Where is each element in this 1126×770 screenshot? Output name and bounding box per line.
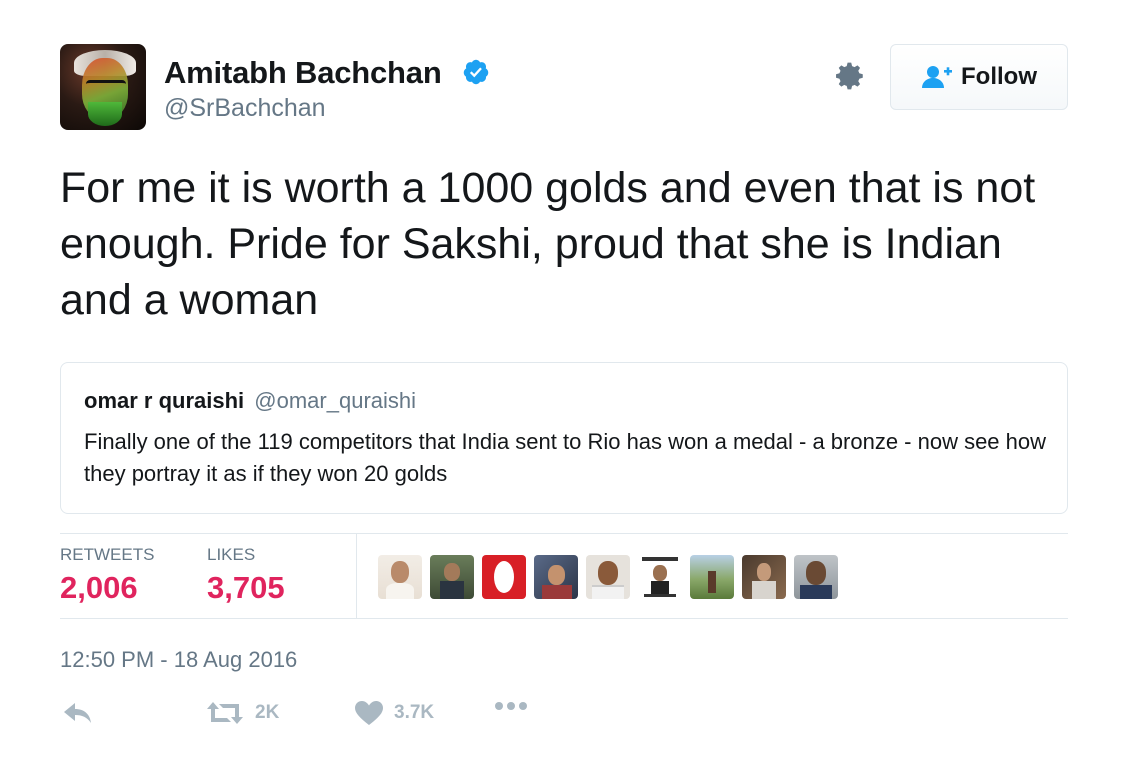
- tweet-timestamp[interactable]: 12:50 PM - 18 Aug 2016: [60, 647, 297, 673]
- reply-button[interactable]: [62, 700, 94, 726]
- liker-avatar[interactable]: [534, 555, 578, 599]
- liker-avatar[interactable]: [638, 555, 682, 599]
- retweet-button[interactable]: 2K: [205, 700, 279, 726]
- retweet-count: 2K: [255, 702, 280, 723]
- divider: [60, 618, 1068, 619]
- heart-icon: [355, 701, 383, 725]
- liker-avatars: [378, 555, 838, 599]
- more-icon: [495, 702, 527, 710]
- like-button[interactable]: 3.7K: [354, 700, 434, 726]
- author-name[interactable]: Amitabh Bachchan: [164, 55, 442, 91]
- reply-icon: [64, 703, 91, 723]
- quoted-tweet-text: Finally one of the 119 competitors that …: [84, 429, 1047, 486]
- gear-icon[interactable]: [832, 58, 868, 94]
- liker-avatar[interactable]: [586, 555, 630, 599]
- follow-button-label: Follow: [961, 63, 1037, 90]
- verified-badge-icon: [463, 59, 489, 85]
- liker-avatar[interactable]: [742, 555, 786, 599]
- tweet-text: For me it is worth a 1000 golds and even…: [60, 164, 1036, 324]
- quoted-author-name: omar r quraishi: [84, 388, 245, 413]
- liker-avatar[interactable]: [378, 555, 422, 599]
- liker-avatar[interactable]: [794, 555, 838, 599]
- stats-divider: [356, 534, 357, 618]
- follow-button[interactable]: Follow: [890, 44, 1068, 110]
- author-handle[interactable]: @SrBachchan: [164, 94, 326, 123]
- add-user-icon: [922, 66, 952, 88]
- liker-avatar[interactable]: [482, 555, 526, 599]
- retweets-label[interactable]: RETWEETS: [60, 545, 154, 565]
- likes-label[interactable]: LIKES: [207, 545, 255, 565]
- retweets-count[interactable]: 2,006: [60, 570, 138, 606]
- quoted-tweet[interactable]: omar r quraishi @omar_quraishi Finally o…: [60, 362, 1068, 514]
- quoted-author-handle: @omar_quraishi: [254, 388, 417, 413]
- liker-avatar[interactable]: [690, 555, 734, 599]
- likes-count[interactable]: 3,705: [207, 570, 285, 606]
- more-options-button[interactable]: [494, 700, 530, 712]
- retweet-icon: [207, 702, 243, 724]
- like-count: 3.7K: [394, 702, 435, 723]
- author-avatar[interactable]: [60, 44, 146, 130]
- liker-avatar[interactable]: [430, 555, 474, 599]
- divider: [60, 533, 1068, 534]
